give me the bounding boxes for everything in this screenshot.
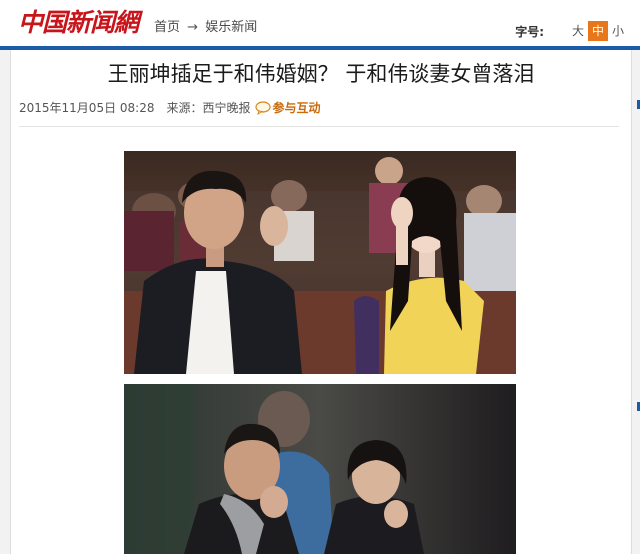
breadcrumb: 首页 → 娱乐新闻	[154, 16, 257, 35]
font-size-switcher: 字号: 大 中 小	[515, 20, 628, 42]
comment-bubble-icon	[254, 100, 271, 115]
article-photo-2	[124, 384, 516, 554]
article-date: 2015年11月05日 08:28	[19, 101, 155, 115]
article-meta: 2015年11月05日 08:28 来源：西宁晚报 参与互动	[19, 99, 321, 116]
breadcrumb-entertainment-link[interactable]: 娱乐新闻	[205, 16, 257, 35]
font-size-label: 字号:	[515, 24, 544, 39]
breadcrumb-home-link[interactable]: 首页	[154, 16, 180, 35]
site-logo[interactable]: 中国新闻網	[18, 6, 139, 40]
article-title: 王丽坤插足于和伟婚姻？ 于和伟谈妻女曾落泪	[107, 62, 535, 86]
article-panel: 王丽坤插足于和伟婚姻？ 于和伟谈妻女曾落泪 2015年11月05日 08:28 …	[10, 50, 632, 554]
article-photo-1	[124, 151, 516, 374]
article-source: 来源：西宁晚报	[166, 101, 251, 115]
font-size-medium-button[interactable]: 中	[588, 21, 608, 41]
interact-link[interactable]: 参与互动	[273, 99, 321, 116]
font-size-small-button[interactable]: 小	[608, 21, 628, 41]
breadcrumb-arrow-icon: →	[187, 20, 199, 35]
site-header: 中国新闻網 首页 → 娱乐新闻 字号: 大 中 小	[0, 0, 640, 46]
meta-divider	[19, 126, 619, 127]
font-size-large-button[interactable]: 大	[568, 21, 588, 41]
